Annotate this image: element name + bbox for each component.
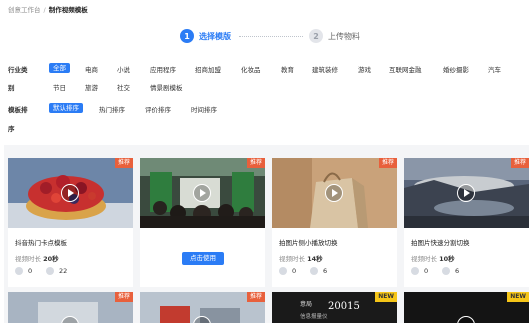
industry-item[interactable]: 社交	[117, 82, 130, 92]
sort-item[interactable]: 评价排序	[145, 104, 171, 114]
template-card[interactable]: 推荐 点击使用	[140, 158, 265, 287]
use-count: 6	[455, 267, 460, 275]
step-label-2: 上传物料	[328, 31, 360, 41]
template-card[interactable]: 推荐 拍图片侧小播放切换 视频时长 14秒 0 6	[272, 158, 397, 287]
like-count: 0	[424, 267, 429, 275]
template-card[interactable]: 推荐	[140, 292, 265, 323]
duration-value: 14秒	[307, 255, 323, 263]
recommend-badge: 推荐	[378, 158, 397, 168]
card-title: 抖音热门卡点模板	[15, 239, 67, 247]
breadcrumb-current: 制作视频模板	[48, 6, 88, 14]
use-stat: 22	[46, 267, 67, 275]
like-stat: 0	[15, 267, 32, 275]
card-duration: 视频时长 10秒	[411, 253, 455, 263]
thumb-subtext: 信息报量仪	[300, 314, 328, 320]
user-icon	[310, 267, 318, 275]
thumb-number: 20015	[328, 301, 360, 312]
card-thumbnail: 推荐	[140, 158, 265, 228]
card-title: 拍图片侧小播放切换	[279, 239, 338, 247]
industry-item[interactable]: 节日	[53, 82, 66, 92]
card-duration: 视频时长 14秒	[279, 253, 323, 263]
industry-item[interactable]: 应用程序	[150, 64, 176, 74]
industry-item[interactable]: 化妆品	[241, 64, 261, 74]
like-stat: 0	[411, 267, 428, 275]
play-icon[interactable]	[457, 316, 475, 323]
industry-filter-label: 行业类	[8, 66, 28, 74]
recommend-badge: 推荐	[114, 292, 133, 302]
step-number-1: 1	[180, 29, 194, 43]
like-icon	[411, 267, 419, 275]
like-icon	[279, 267, 287, 275]
play-icon[interactable]	[193, 184, 211, 202]
template-card[interactable]: 推荐	[8, 292, 133, 323]
breadcrumb: 创意工作台 / 制作视频模板	[8, 4, 88, 14]
duration-label: 视频时长	[15, 255, 41, 263]
card-title: 拍图片快速分割切换	[411, 239, 470, 247]
step-connector	[239, 35, 303, 37]
card-thumbnail: 推荐	[272, 158, 397, 228]
sort-item[interactable]: 热门排序	[99, 104, 125, 114]
industry-item[interactable]: 互联网金融	[389, 64, 422, 74]
template-card[interactable]: 意局 20015 信息报量仪 NEW	[272, 292, 397, 323]
thumb-text: 意局	[300, 301, 313, 308]
like-icon	[15, 267, 23, 275]
industry-item[interactable]: 旅游	[85, 82, 98, 92]
card-thumbnail: 推荐	[8, 292, 133, 323]
industry-item[interactable]: 游戏	[358, 64, 371, 74]
play-icon[interactable]	[457, 184, 475, 202]
like-count: 0	[28, 267, 33, 275]
card-thumbnail: NEW	[404, 292, 529, 323]
duration-label: 视频时长	[411, 255, 437, 263]
recommend-badge: 推荐	[246, 292, 265, 302]
like-count: 0	[292, 267, 297, 275]
use-count: 22	[59, 267, 68, 275]
breadcrumb-root-link[interactable]: 创意工作台	[8, 6, 41, 14]
use-template-button[interactable]: 点击使用	[182, 252, 224, 265]
step-number-2: 2	[309, 29, 323, 43]
step-upload-material[interactable]: 2 上传物料	[309, 29, 360, 43]
template-card[interactable]: NEW	[404, 292, 529, 323]
sort-chip-default[interactable]: 默认排序	[49, 103, 83, 113]
play-icon[interactable]	[325, 184, 343, 202]
use-stat: 6	[310, 267, 327, 275]
new-badge: NEW	[375, 292, 397, 302]
sort-item[interactable]: 时间排序	[191, 104, 217, 114]
recommend-badge: 推荐	[510, 158, 529, 168]
step-indicator: 1 选择模版 2 上传物料	[180, 28, 360, 44]
use-count: 6	[323, 267, 328, 275]
sort-filter-label-wrap: 序	[8, 125, 15, 133]
card-thumbnail: 推荐	[8, 158, 133, 228]
step-label-1: 选择模版	[199, 31, 231, 41]
industry-item[interactable]: 招商加盟	[195, 64, 221, 74]
play-icon[interactable]	[61, 184, 79, 202]
user-icon	[442, 267, 450, 275]
recommend-badge: 推荐	[114, 158, 133, 168]
card-duration: 视频时长 20秒	[15, 253, 59, 263]
industry-item[interactable]: 建筑装修	[312, 64, 338, 74]
new-badge: NEW	[507, 292, 529, 302]
recommend-badge: 推荐	[246, 158, 265, 168]
industry-item[interactable]: 汽车	[488, 64, 501, 74]
industry-filter-label-wrap: 别	[8, 84, 15, 92]
duration-value: 10秒	[439, 255, 455, 263]
template-card[interactable]: 推荐 拍图片快速分割切换 视频时长 10秒 0 6	[404, 158, 529, 287]
duration-label: 视频时长	[279, 255, 305, 263]
template-card[interactable]: 推荐 抖音热门卡点模板 视频时长 20秒 0 22	[8, 158, 133, 287]
industry-item[interactable]: 小说	[117, 64, 130, 74]
card-thumbnail: 推荐	[140, 292, 265, 323]
user-icon	[46, 267, 54, 275]
industry-item[interactable]: 情景剧模板	[150, 82, 183, 92]
industry-item[interactable]: 教育	[281, 64, 294, 74]
duration-value: 20秒	[43, 255, 59, 263]
industry-chip-all[interactable]: 全部	[49, 63, 70, 73]
sort-filter-label: 模板排	[8, 106, 28, 114]
industry-item[interactable]: 婚纱摄影	[443, 64, 469, 74]
card-thumbnail: 意局 20015 信息报量仪 NEW	[272, 292, 397, 323]
step-select-template[interactable]: 1 选择模版	[180, 29, 231, 43]
like-stat: 0	[279, 267, 296, 275]
use-stat: 6	[442, 267, 459, 275]
industry-item[interactable]: 电商	[85, 64, 98, 74]
card-thumbnail: 推荐	[404, 158, 529, 228]
breadcrumb-separator: /	[43, 6, 46, 14]
